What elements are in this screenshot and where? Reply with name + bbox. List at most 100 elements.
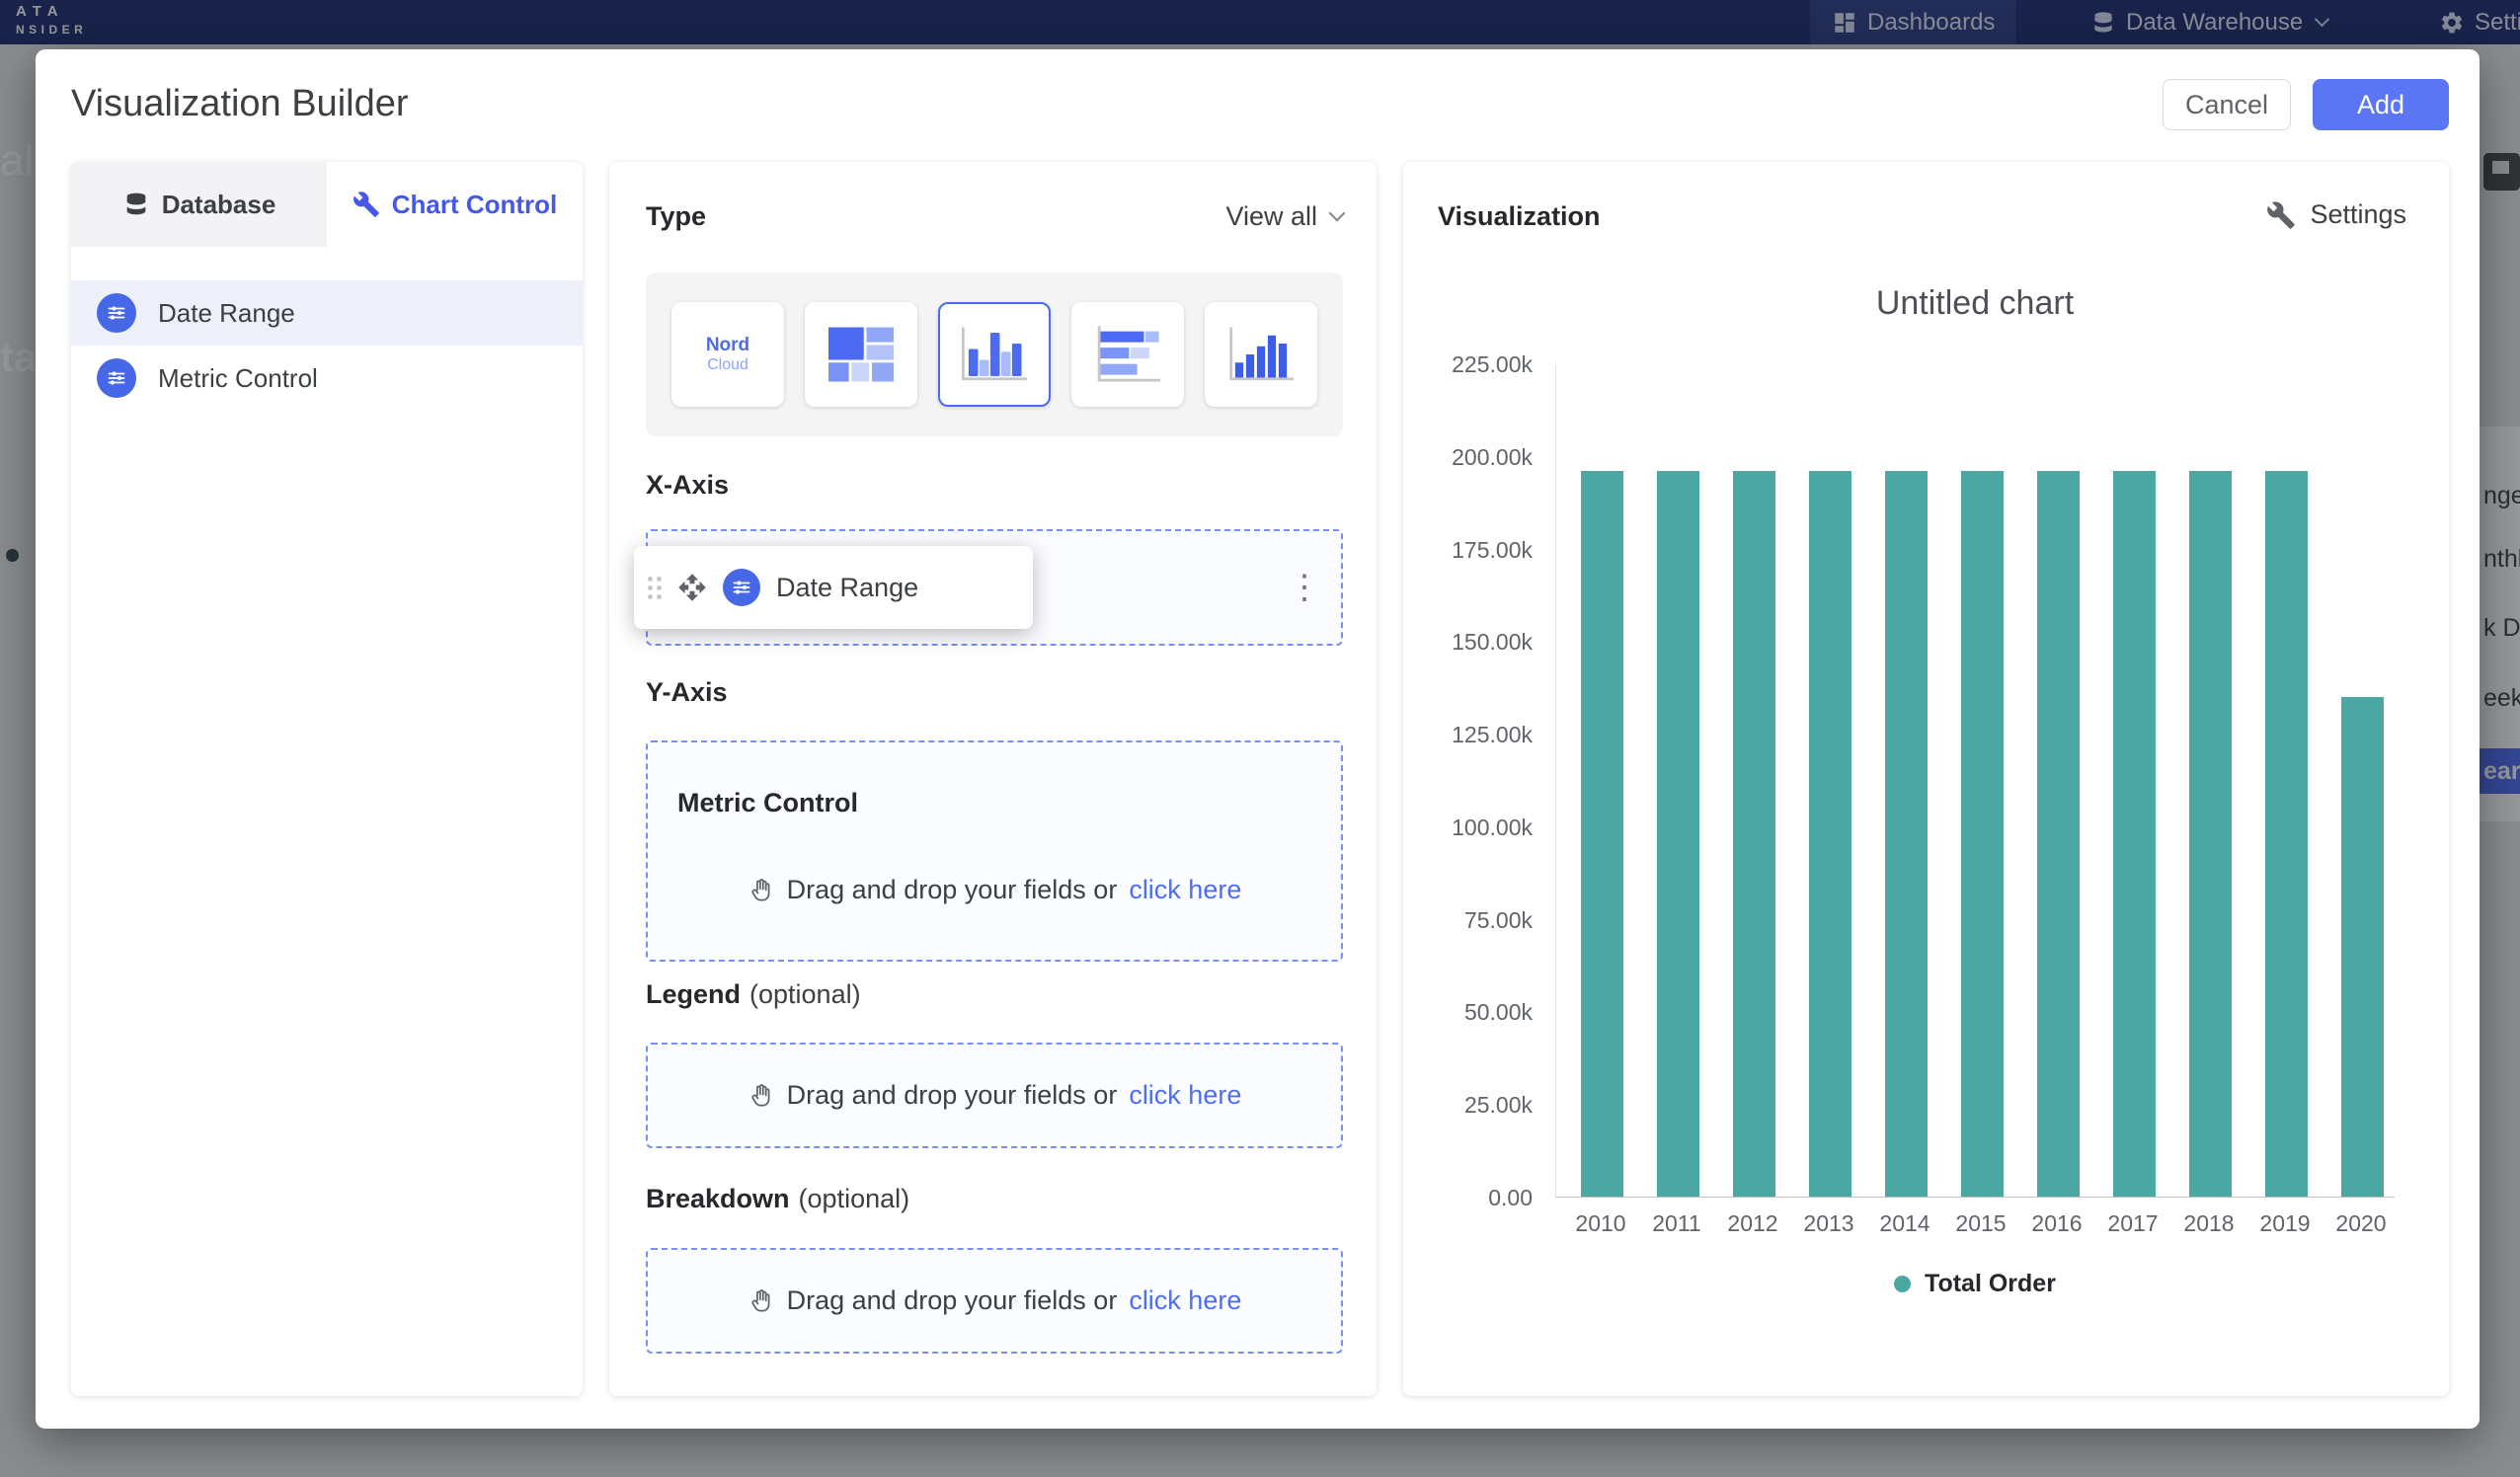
control-sliders-icon xyxy=(97,358,136,398)
visualization-heading: Visualization xyxy=(1438,201,1601,232)
database-icon xyxy=(122,191,150,218)
drag-hand-icon xyxy=(748,1082,775,1110)
chart-type-word-cloud[interactable]: Nord Cloud xyxy=(671,302,784,407)
field-item-label: Date Range xyxy=(158,298,295,329)
drag-hand-icon xyxy=(748,1287,775,1315)
chart-type-treemap[interactable] xyxy=(805,302,917,407)
field-item-label: Metric Control xyxy=(158,363,318,394)
legend-heading-label: Legend xyxy=(646,979,741,1009)
chart-type-bar-selected[interactable] xyxy=(938,302,1051,407)
click-here-link[interactable]: click here xyxy=(1129,1285,1241,1316)
legend-section-heading: Legend (optional) xyxy=(646,979,861,1010)
chart-bar xyxy=(1809,471,1851,1197)
visualization-panel: Visualization Settings Untitled chart 22… xyxy=(1403,162,2449,1396)
chart-bar xyxy=(1885,471,1928,1197)
drop-hint: Drag and drop your fields or click here xyxy=(748,1285,1242,1316)
fields-panel-tabs: Database Chart Control xyxy=(71,162,583,247)
tab-database[interactable]: Database xyxy=(71,162,327,247)
field-item-metric-control[interactable]: Metric Control xyxy=(71,346,583,411)
y-axis-dropzone[interactable]: Metric Control Drag and drop your fields… xyxy=(646,740,1343,962)
drop-hint-text: Drag and drop your fields or xyxy=(787,1080,1118,1111)
fields-panel: Database Chart Control Date Range Metric… xyxy=(71,162,583,1396)
settings-button[interactable]: Settings xyxy=(2266,199,2406,230)
chart-y-labels: 225.00k200.00k175.00k150.00k125.00k100.0… xyxy=(1403,364,1533,1198)
word-cloud-thumbnail: Nord Cloud xyxy=(706,336,749,373)
chart-type-horizontal-bar[interactable] xyxy=(1071,302,1184,407)
y-tick-label: 150.00k xyxy=(1452,629,1533,656)
tools-icon xyxy=(353,191,380,218)
legend-dot xyxy=(1894,1276,1911,1292)
chart-bar xyxy=(2113,471,2156,1197)
legend-optional-label: (optional) xyxy=(749,979,861,1009)
y-tick-label: 125.00k xyxy=(1452,722,1533,748)
chart-bar xyxy=(2189,471,2232,1197)
tab-database-label: Database xyxy=(162,190,276,220)
breakdown-dropzone[interactable]: Drag and drop your fields or click here xyxy=(646,1248,1343,1354)
add-button[interactable]: Add xyxy=(2313,79,2449,130)
click-here-link[interactable]: click here xyxy=(1129,875,1241,905)
chevron-down-icon xyxy=(1329,205,1346,222)
drop-hint-text: Drag and drop your fields or xyxy=(787,875,1118,905)
date-range-chip[interactable]: Date Range xyxy=(634,546,1033,629)
chart-legend: Total Order xyxy=(1555,1270,2395,1298)
chart-bar xyxy=(1733,471,1775,1197)
chart-bar xyxy=(1961,471,2004,1197)
y-tick-label: 175.00k xyxy=(1452,537,1533,564)
y-tick-label: 25.00k xyxy=(1464,1092,1533,1119)
horizontal-bar-icon xyxy=(1089,322,1166,387)
x-tick-label: 2017 xyxy=(2093,1210,2172,1237)
control-sliders-icon xyxy=(723,569,760,606)
drag-handle-icon xyxy=(648,577,662,599)
move-icon xyxy=(677,573,707,602)
bar-chart-icon xyxy=(956,322,1033,387)
x-tick-label: 2020 xyxy=(2322,1210,2401,1237)
view-all-button[interactable]: View all xyxy=(1225,201,1343,232)
type-heading: Type xyxy=(646,201,706,232)
x-tick-label: 2010 xyxy=(1561,1210,1640,1237)
builder-panel: Type View all Nord Cloud xyxy=(609,162,1377,1396)
chart-bar xyxy=(1657,471,1699,1197)
visualization-builder-modal: Visualization Builder Cancel Add Databas… xyxy=(36,49,2480,1429)
chart-x-labels: 2010201120122013201420152016201720182019… xyxy=(1403,1210,2449,1240)
legend-dropzone[interactable]: Drag and drop your fields or click here xyxy=(646,1043,1343,1148)
kebab-menu-icon[interactable]: ⋮ xyxy=(1288,571,1321,604)
y-tick-label: 50.00k xyxy=(1464,999,1533,1026)
x-tick-label: 2019 xyxy=(2245,1210,2324,1237)
metric-control-label: Metric Control xyxy=(677,788,858,818)
drop-hint: Drag and drop your fields or click here xyxy=(648,875,1341,905)
view-all-label: View all xyxy=(1225,201,1317,232)
y-tick-label: 225.00k xyxy=(1452,351,1533,378)
chart-bar xyxy=(2037,471,2080,1197)
drop-hint-text: Drag and drop your fields or xyxy=(787,1285,1118,1316)
drag-hand-icon xyxy=(748,877,775,904)
y-tick-label: 75.00k xyxy=(1464,907,1533,934)
chip-label: Date Range xyxy=(776,573,918,603)
drop-hint: Drag and drop your fields or click here xyxy=(748,1080,1242,1111)
tab-chart-control-label: Chart Control xyxy=(392,190,558,220)
x-tick-label: 2012 xyxy=(1713,1210,1792,1237)
breakdown-heading-label: Breakdown xyxy=(646,1184,790,1213)
treemap-icon xyxy=(823,322,900,387)
cancel-button[interactable]: Cancel xyxy=(2163,79,2291,130)
chart-bar xyxy=(2265,471,2308,1197)
click-here-link[interactable]: click here xyxy=(1129,1080,1241,1111)
chart-title: Untitled chart xyxy=(1555,284,2395,323)
x-tick-label: 2018 xyxy=(2169,1210,2248,1237)
y-tick-label: 100.00k xyxy=(1452,815,1533,841)
y-tick-label: 0.00 xyxy=(1488,1185,1533,1211)
word-cloud-word: Cloud xyxy=(707,356,748,373)
y-tick-label: 200.00k xyxy=(1452,444,1533,471)
settings-label: Settings xyxy=(2310,199,2406,230)
modal-title: Visualization Builder xyxy=(71,83,409,125)
tab-chart-control[interactable]: Chart Control xyxy=(327,162,583,247)
field-item-date-range[interactable]: Date Range xyxy=(71,280,583,346)
x-tick-label: 2015 xyxy=(1941,1210,2020,1237)
x-tick-label: 2011 xyxy=(1637,1210,1716,1237)
x-tick-label: 2014 xyxy=(1865,1210,1944,1237)
x-tick-label: 2016 xyxy=(2017,1210,2096,1237)
x-axis-dropzone[interactable]: Date Range ⋮ xyxy=(646,529,1343,646)
x-axis-heading: X-Axis xyxy=(646,470,729,501)
chart-type-column[interactable] xyxy=(1205,302,1317,407)
chart-type-selector: Nord Cloud xyxy=(646,272,1343,436)
breakdown-section-heading: Breakdown(optional) xyxy=(646,1184,909,1214)
